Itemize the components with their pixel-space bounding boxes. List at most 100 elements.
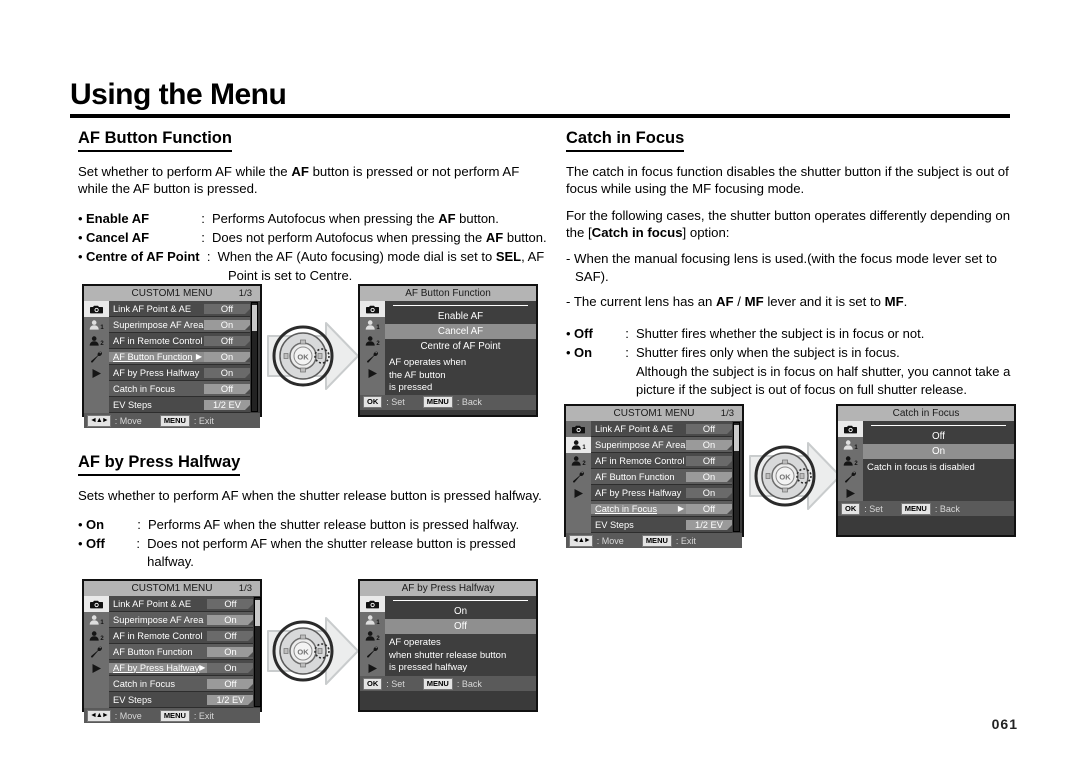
sidebar-item-custom1[interactable]: 1 [360, 612, 385, 628]
menu-row-af-by-press-halfway[interactable]: AF by Press Halfway On [109, 365, 250, 381]
sidebar-item-custom1[interactable]: 1 [360, 317, 385, 333]
playback-icon [91, 368, 103, 379]
bullets-af-button-function: • Enable AF : Performs Autofocus when pr… [78, 210, 548, 285]
sidebar-item-setup[interactable] [838, 469, 863, 485]
lcd-footer: OK : Set MENU : Back [360, 394, 536, 410]
menu-scrollbar[interactable] [733, 422, 740, 532]
sidebar-item-camera[interactable] [84, 301, 109, 317]
sidebar-item-playback[interactable] [566, 485, 591, 501]
menu-row-value: On [204, 367, 250, 378]
playback-icon [367, 368, 379, 379]
option-centre-of-af-point[interactable]: Centre of AF Point [385, 339, 536, 354]
sidebar-item-custom2[interactable]: 2 [360, 628, 385, 644]
sidebar-item-custom2[interactable]: 2 [838, 453, 863, 469]
sidebar-item-playback[interactable] [838, 485, 863, 501]
menu-row-af-button-function[interactable]: AF Button Function On [109, 644, 254, 660]
sidebar-item-camera[interactable] [360, 301, 385, 317]
sidebar-item-setup[interactable] [360, 644, 385, 660]
option-on[interactable]: On [385, 604, 536, 619]
sidebar-item-setup[interactable] [84, 349, 109, 365]
bullet-off: • Off : Does not perform AF when the shu… [78, 535, 558, 571]
sidebar-item-custom1[interactable]: 1 [838, 437, 863, 453]
menu-row-label: AF Button Function [113, 646, 193, 657]
option-on[interactable]: On [863, 444, 1014, 459]
sidebar-item-playback[interactable] [84, 365, 109, 381]
scrollbar-thumb[interactable] [252, 305, 257, 331]
sidebar-item-playback[interactable] [360, 365, 385, 381]
bullet-colon: : [206, 248, 211, 264]
sidebar-item-custom1[interactable]: 1 [84, 612, 109, 628]
sidebar-item-camera[interactable] [838, 421, 863, 437]
sidebar-item-playback[interactable] [360, 660, 385, 676]
menu-row-value: On [686, 487, 732, 498]
sidebar-item-camera[interactable] [566, 421, 591, 437]
menu-row-catch-in-focus[interactable]: Catch in Focus Off [109, 381, 250, 397]
sidebar-item-playback[interactable] [84, 660, 109, 676]
scrollbar-thumb[interactable] [734, 425, 739, 451]
menu-row-link-af-point-ae[interactable]: Link AF Point & AE Off [591, 421, 732, 437]
menu-row-ev-steps[interactable]: EV Steps 1/2 EV [109, 692, 254, 708]
bullet-dot-icon: • [78, 536, 83, 552]
menu-row-label: Superimpose AF Area [113, 319, 204, 330]
camera-icon [89, 304, 104, 314]
sidebar-item-camera[interactable] [84, 596, 109, 612]
lcd-detail-body: Off On Catch in focus is disabled [863, 421, 1014, 501]
sidebar-item-custom1[interactable]: 1 [566, 437, 591, 453]
menu-scrollbar[interactable] [251, 302, 258, 412]
menu-row-af-by-press-halfway[interactable]: AF by Press Halfway On [591, 485, 732, 501]
camera-icon [365, 304, 380, 314]
sidebar-item-custom1[interactable]: 1 [84, 317, 109, 333]
bullet-on: • On : Performs AF when the shutter rele… [78, 516, 558, 534]
scrollbar-thumb[interactable] [255, 600, 261, 626]
sidebar-badge: 2 [582, 461, 586, 467]
menu-row-superimpose-af-area[interactable]: Superimpose AF Area On [109, 317, 250, 333]
menu-row-catch-in-focus[interactable]: Catch in Focus ▶ Off [591, 501, 732, 517]
menu-scrollbar[interactable] [254, 597, 262, 707]
lcd-header-title: CUSTOM1 MENU [613, 408, 695, 419]
menu-row-value: On [207, 614, 254, 625]
menu-row-label: AF in Remote Control [595, 455, 685, 466]
wrench-icon [90, 351, 104, 363]
menu-row-ev-steps[interactable]: EV Steps 1/2 EV [591, 517, 732, 533]
menu-row-ev-steps[interactable]: EV Steps 1/2 EV [109, 397, 250, 413]
lcd-header: CUSTOM1 MENU 1/3 [566, 406, 742, 421]
sidebar-item-camera[interactable] [360, 596, 385, 612]
option-cancel-af[interactable]: Cancel AF [385, 324, 536, 339]
sidebar-item-setup[interactable] [84, 644, 109, 660]
menu-row-link-af-point-ae[interactable]: Link AF Point & AE Off [109, 596, 254, 612]
bullet-colon: : [625, 345, 629, 361]
bullet-colon: : [201, 210, 205, 226]
menu-row-af-button-function[interactable]: AF Button Function On [591, 469, 732, 485]
menu-row-label: AF Button Function ▶ [109, 351, 204, 362]
bullet-dot-icon: • [78, 210, 83, 226]
left-column: AF Button Function Set whether to perfor… [78, 128, 548, 284]
sidebar-item-setup[interactable] [360, 349, 385, 365]
sidebar-item-setup[interactable] [566, 469, 591, 485]
menu-row-superimpose-af-area[interactable]: Superimpose AF Area On [109, 612, 254, 628]
svg-text:OK: OK [297, 648, 309, 657]
menu-row-catch-in-focus[interactable]: Catch in Focus Off [109, 676, 254, 692]
person-2-icon [365, 631, 376, 641]
sidebar-item-custom2[interactable]: 2 [566, 453, 591, 469]
option-off[interactable]: Off [385, 619, 536, 634]
footer-set-label: : Set [864, 503, 883, 514]
menu-row-af-in-remote-control[interactable]: AF in Remote Control Off [109, 333, 250, 349]
menu-row-superimpose-af-area[interactable]: Superimpose AF Area On [591, 437, 732, 453]
camera-icon [89, 599, 104, 609]
wrench-icon [90, 646, 104, 658]
option-enable-af[interactable]: Enable AF [385, 309, 536, 324]
sidebar-item-custom2[interactable]: 2 [360, 333, 385, 349]
sidebar-item-custom2[interactable]: 2 [84, 333, 109, 349]
menu-row-af-button-function[interactable]: AF Button Function ▶ On [109, 349, 250, 365]
menu-row-af-in-remote-control[interactable]: AF in Remote Control Off [109, 628, 254, 644]
menu-row-link-af-point-ae[interactable]: Link AF Point & AE Off [109, 301, 250, 317]
menu-row-value: Off [207, 630, 254, 641]
camera-icon [365, 599, 380, 609]
sidebar-item-custom2[interactable]: 2 [84, 628, 109, 644]
sidebar-badge: 1 [100, 325, 104, 331]
option-off[interactable]: Off [863, 429, 1014, 444]
lcd-body: 1 2 Link AF Point & AE Off Superimpose A… [84, 301, 260, 413]
heading-af-by-press-halfway: AF by Press Halfway [78, 452, 241, 476]
menu-row-af-by-press-halfway[interactable]: AF by Press Halfway ▶ On [109, 660, 254, 676]
menu-row-af-in-remote-control[interactable]: AF in Remote Control Off [591, 453, 732, 469]
